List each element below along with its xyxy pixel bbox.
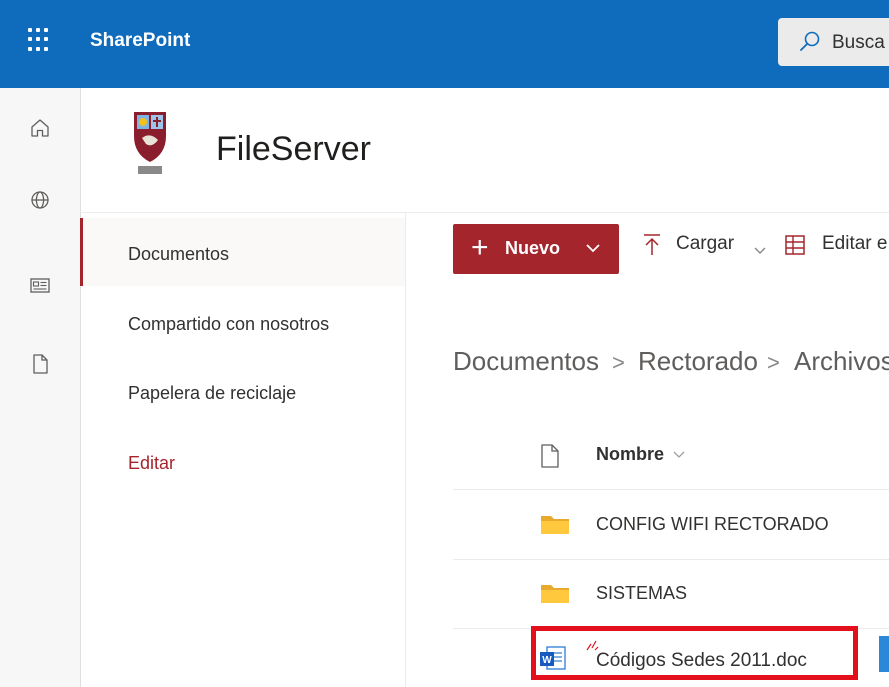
plus-icon: + (471, 231, 489, 264)
upload-icon (644, 234, 660, 255)
nav-edit-link[interactable]: Editar (128, 453, 175, 474)
upload-chevron-icon[interactable] (752, 238, 768, 264)
globe-icon[interactable] (28, 188, 52, 212)
search-box[interactable]: Busca (778, 18, 889, 66)
row-divider (453, 489, 889, 490)
breadcrumb-separator: > (612, 350, 625, 375)
row-action-button[interactable] (879, 636, 889, 672)
home-icon[interactable] (28, 116, 52, 140)
file-icon[interactable] (28, 352, 52, 376)
app-launcher-icon[interactable] (28, 28, 52, 52)
app-name-link[interactable]: SharePoint (90, 30, 190, 52)
suite-bar: SharePoint Busca (0, 0, 889, 88)
breadcrumb-separator: > (767, 350, 780, 375)
breadcrumb-archivos[interactable]: Archivos (794, 346, 889, 377)
search-input[interactable]: Busca (832, 32, 885, 54)
chevron-down-icon (586, 244, 600, 253)
new-button[interactable]: + Nuevo (453, 224, 619, 274)
new-button-label: Nuevo (505, 238, 561, 258)
breadcrumb-documentos[interactable]: Documentos (453, 346, 599, 377)
folder-icon (541, 516, 569, 534)
app-rail (0, 88, 81, 687)
row-divider (453, 559, 889, 560)
file-type-icon[interactable] (540, 443, 560, 469)
nav-item-papelera[interactable]: Papelera de reciclaje (128, 383, 296, 404)
search-icon (800, 31, 820, 51)
grid-edit-icon (785, 235, 805, 255)
edit-grid-button[interactable]: Editar e (822, 233, 887, 255)
list-item-name[interactable]: SISTEMAS (596, 583, 687, 604)
news-icon[interactable] (28, 273, 52, 297)
list-item-name[interactable]: CONFIG WIFI RECTORADO (596, 514, 829, 535)
folder-icon (541, 585, 569, 603)
breadcrumb-rectorado[interactable]: Rectorado (638, 346, 758, 377)
site-title[interactable]: FileServer (216, 130, 371, 169)
nav-item-documentos[interactable]: Documentos (128, 244, 229, 265)
site-logo[interactable] (128, 108, 172, 180)
nav-selected-indicator (80, 218, 83, 286)
chevron-down-icon[interactable] (672, 448, 686, 462)
upload-button[interactable]: Cargar (676, 233, 734, 255)
highlight-box (531, 626, 858, 680)
nav-item-compartido[interactable]: Compartido con nosotros (128, 314, 329, 335)
column-header-name[interactable]: Nombre (596, 444, 664, 465)
